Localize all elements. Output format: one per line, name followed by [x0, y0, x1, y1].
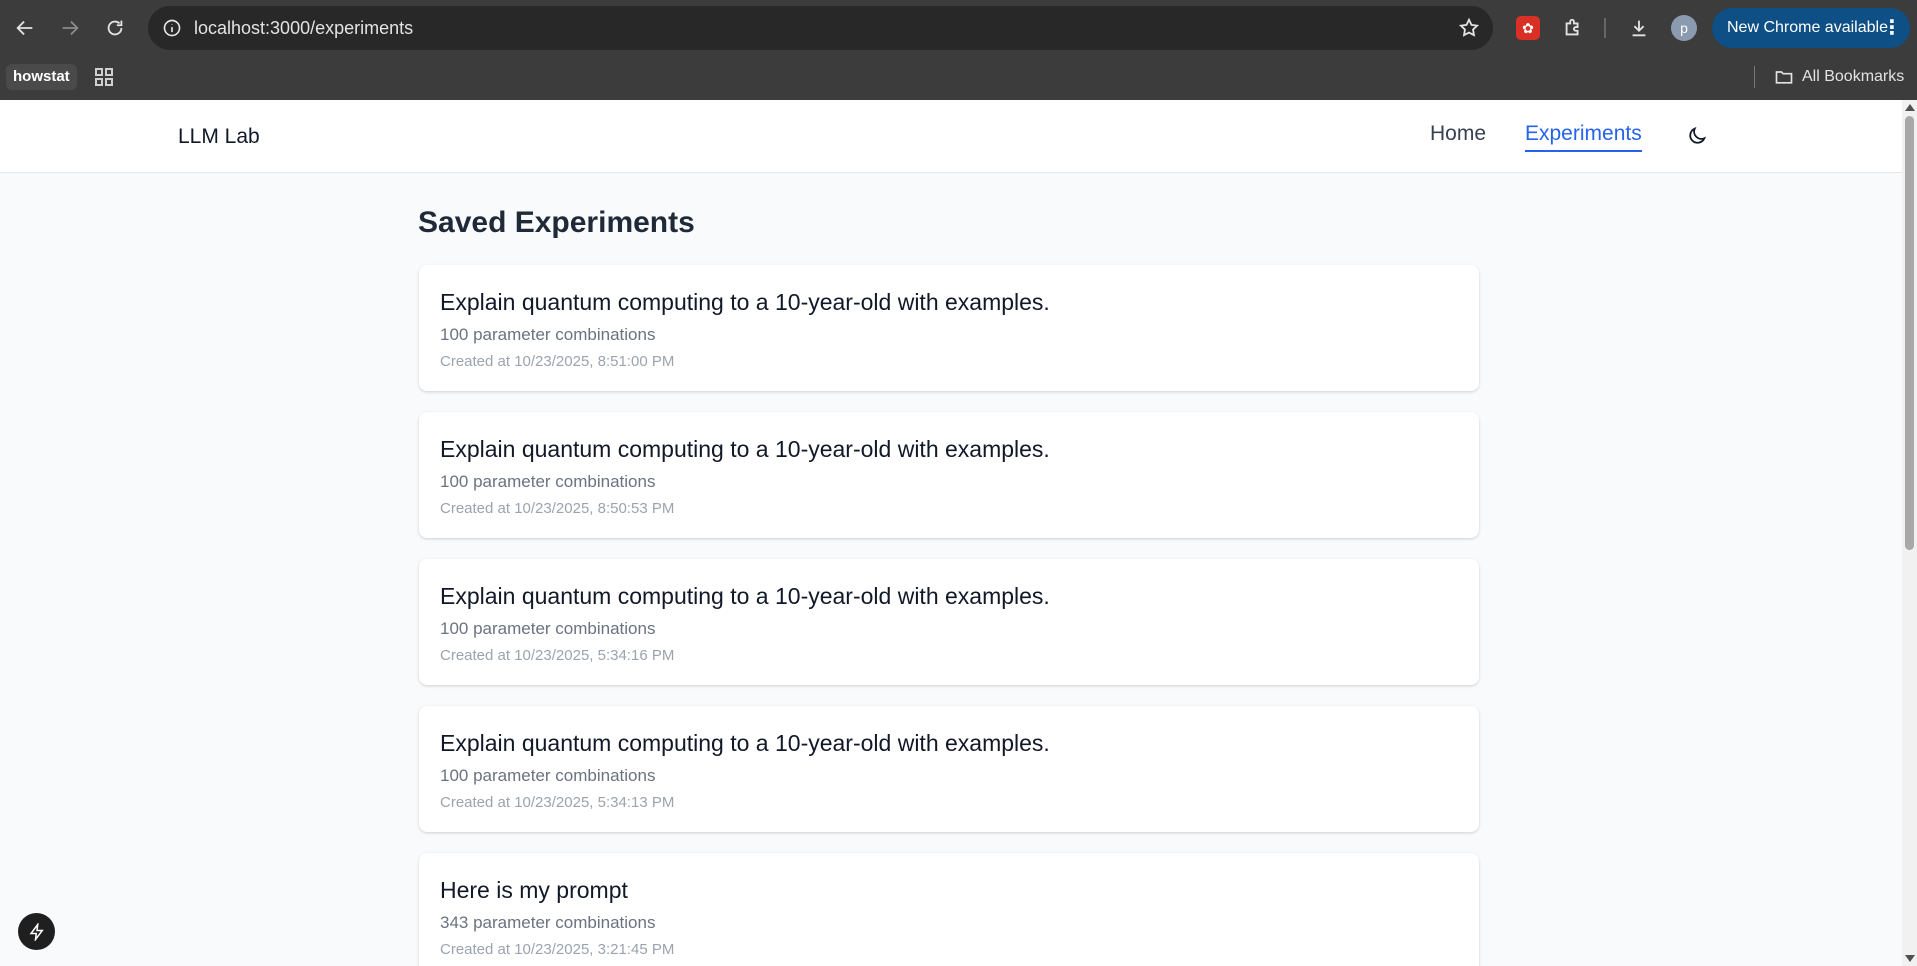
experiment-card[interactable]: Explain quantum computing to a 10-year-o…: [419, 265, 1479, 391]
experiment-created-at: Created at 10/23/2025, 8:50:53 PM: [440, 500, 675, 517]
apps-grid-icon[interactable]: [92, 65, 116, 89]
experiment-card[interactable]: Explain quantum computing to a 10-year-o…: [419, 706, 1479, 832]
experiment-created-at: Created at 10/23/2025, 5:34:16 PM: [440, 647, 675, 664]
reload-icon[interactable]: [98, 11, 132, 45]
experiment-created-at: Created at 10/23/2025, 5:34:13 PM: [440, 794, 675, 811]
experiment-title: Explain quantum computing to a 10-year-o…: [440, 289, 1050, 315]
experiment-title: Explain quantum computing to a 10-year-o…: [440, 730, 1050, 756]
extensions-puzzle-icon[interactable]: [1556, 11, 1590, 45]
forward-icon[interactable]: [53, 11, 87, 45]
browser-toolbar: localhost:3000/experiments ✿ p New Chrom…: [0, 0, 1917, 56]
nav-link-experiments[interactable]: Experiments: [1525, 122, 1642, 152]
scrollbar-thumb[interactable]: [1905, 116, 1914, 550]
page-scrollbar[interactable]: [1902, 100, 1917, 966]
all-bookmarks-label: All Bookmarks: [1802, 68, 1905, 85]
experiment-created-at: Created at 10/23/2025, 8:51:00 PM: [440, 353, 675, 370]
experiment-title: Here is my prompt: [440, 877, 628, 903]
brand-logo[interactable]: LLM Lab: [178, 100, 260, 173]
experiment-title: Explain quantum computing to a 10-year-o…: [440, 583, 1050, 609]
site-info-icon[interactable]: [158, 14, 186, 42]
extension-icon[interactable]: ✿: [1516, 16, 1540, 40]
moon-icon[interactable]: [1683, 122, 1711, 150]
chrome-update-label: New Chrome available: [1727, 19, 1888, 36]
bookmark-howstat[interactable]: howstat: [6, 64, 77, 90]
chrome-update-button[interactable]: New Chrome available ⋮: [1712, 8, 1910, 48]
experiment-card[interactable]: Explain quantum computing to a 10-year-o…: [419, 559, 1479, 685]
page-viewport: LLM Lab Home Experiments Saved Experimen…: [0, 100, 1902, 966]
all-bookmarks-button[interactable]: All Bookmarks: [1774, 64, 1904, 90]
toolbar-divider: [1604, 18, 1606, 38]
scroll-up-arrow-icon[interactable]: [1905, 104, 1915, 111]
profile-avatar[interactable]: p: [1671, 15, 1697, 41]
experiment-card[interactable]: Here is my prompt 343 parameter combinat…: [419, 853, 1479, 966]
browser-chrome: localhost:3000/experiments ✿ p New Chrom…: [0, 0, 1917, 100]
folder-icon: [1775, 71, 1793, 84]
experiment-combinations: 100 parameter combinations: [440, 766, 656, 785]
experiment-combinations: 100 parameter combinations: [440, 472, 656, 491]
bookmarks-divider: [1754, 66, 1755, 88]
address-bar[interactable]: localhost:3000/experiments: [148, 6, 1493, 50]
nav-link-home[interactable]: Home: [1430, 122, 1486, 146]
scroll-down-arrow-icon[interactable]: [1905, 955, 1915, 962]
back-icon[interactable]: [8, 11, 42, 45]
bookmarks-bar: howstat All Bookmarks: [0, 56, 1917, 100]
experiment-created-at: Created at 10/23/2025, 3:21:45 PM: [440, 941, 675, 958]
app-navbar: LLM Lab Home Experiments: [0, 100, 1902, 173]
experiment-card[interactable]: Explain quantum computing to a 10-year-o…: [419, 412, 1479, 538]
download-icon[interactable]: [1622, 11, 1656, 45]
experiment-combinations: 343 parameter combinations: [440, 913, 656, 932]
bookmark-star-icon[interactable]: [1455, 14, 1483, 42]
experiment-combinations: 100 parameter combinations: [440, 619, 656, 638]
experiment-combinations: 100 parameter combinations: [440, 325, 656, 344]
lightning-icon[interactable]: [18, 913, 55, 950]
more-menu-icon[interactable]: ⋮: [1882, 8, 1902, 48]
page-title: Saved Experiments: [418, 206, 695, 239]
experiment-title: Explain quantum computing to a 10-year-o…: [440, 436, 1050, 462]
url-text[interactable]: localhost:3000/experiments: [194, 6, 413, 50]
